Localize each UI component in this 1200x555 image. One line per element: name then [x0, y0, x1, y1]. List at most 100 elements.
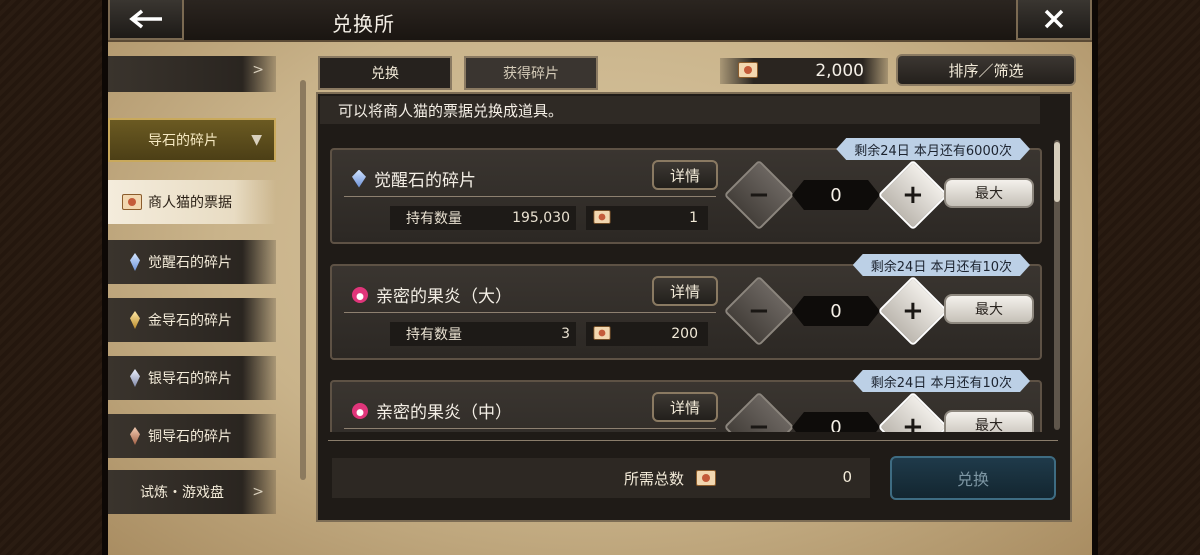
tab-label: 兑换 — [371, 66, 399, 82]
total-value: 0 — [842, 468, 852, 486]
detail-button[interactable]: 详情 — [652, 160, 718, 190]
holding-label: 持有数量 — [406, 211, 462, 227]
cost-box: 200 — [586, 322, 708, 346]
sidebar-item-merchant-ticket[interactable]: 商人猫的票据 — [108, 180, 276, 224]
item-name: 亲密的果炎（大） — [376, 287, 512, 307]
divider — [344, 196, 716, 197]
minus-icon: − — [748, 179, 770, 210]
limit-badge: 剩余24日 本月还有10次 — [853, 254, 1030, 276]
list-scrollbar[interactable] — [1054, 140, 1060, 430]
ticket-icon — [696, 470, 716, 486]
tab-exchange[interactable]: 兑换 — [318, 56, 452, 90]
limit-badge: 剩余24日 本月还有10次 — [853, 370, 1030, 392]
limit-badge: 剩余24日 本月还有6000次 — [836, 138, 1030, 160]
plus-icon: + — [902, 411, 924, 432]
frame-left — [0, 0, 108, 555]
sidebar-item-label: 商人猫的票据 — [148, 195, 232, 211]
max-button[interactable]: 最大 — [944, 294, 1034, 324]
close-button[interactable] — [1016, 0, 1092, 40]
list-item: 剩余24日 本月还有10次 亲密的果炎（中） 详情 − 0 + 最大 — [330, 380, 1042, 432]
minus-icon: − — [748, 411, 770, 432]
holding-count: 持有数量 195,030 — [390, 206, 576, 230]
item-name: 亲密的果炎（中） — [376, 403, 512, 423]
max-button[interactable]: 最大 — [944, 410, 1034, 432]
exchange-list: 剩余24日 本月还有6000次 觉醒石的碎片 详情 持有数量 195,030 1… — [326, 136, 1050, 432]
sidebar-item-label: 导石的碎片 — [148, 133, 218, 149]
list-item: 剩余24日 本月还有10次 亲密的果炎（大） 详情 持有数量 3 200 − 0… — [330, 264, 1042, 360]
item-name-row: 亲密的果炎（大） — [352, 282, 512, 307]
plus-icon: + — [902, 295, 924, 326]
divider — [344, 428, 716, 429]
detail-button[interactable]: 详情 — [652, 276, 718, 306]
sidebar-item-guide-stone[interactable]: 导石的碎片 ▼ — [108, 118, 276, 162]
chevron-right-icon: > — [252, 62, 264, 78]
crystal-icon — [130, 253, 140, 271]
sidebar-item-gold-stone[interactable]: 金导石的碎片 — [108, 298, 276, 342]
max-button[interactable]: 最大 — [944, 178, 1034, 208]
cost-value: 200 — [671, 326, 698, 342]
sidebar-item-label: 金导石的碎片 — [148, 313, 232, 329]
chevron-down-icon: ▼ — [251, 132, 262, 148]
sidebar-item-trial-board[interactable]: 试炼・游戏盘 > — [108, 470, 276, 514]
list-item: 剩余24日 本月还有6000次 觉醒石的碎片 详情 持有数量 195,030 1… — [330, 148, 1042, 244]
tab-label: 获得碎片 — [503, 66, 559, 82]
sidebar-item-bronze-stone[interactable]: 铜导石的碎片 — [108, 414, 276, 458]
arrow-left-icon — [129, 9, 162, 29]
increase-button[interactable]: + — [877, 391, 949, 432]
increase-button[interactable]: + — [877, 159, 949, 231]
sort-filter-button[interactable]: 排序／筛选 — [896, 54, 1076, 86]
sidebar-item-label: 试炼・游戏盘 — [140, 485, 224, 501]
sidebar-scrollbar[interactable] — [300, 80, 306, 480]
decrease-button[interactable]: − — [723, 391, 795, 432]
currency-display: 2,000 — [720, 58, 888, 84]
sidebar-item-silver-stone[interactable]: 银导石的碎片 — [108, 356, 276, 400]
divider — [328, 440, 1058, 441]
detail-button[interactable]: 详情 — [652, 392, 718, 422]
minus-icon: − — [748, 295, 770, 326]
ticket-icon — [738, 62, 758, 78]
sidebar-item-label: 觉醒石的碎片 — [148, 255, 232, 271]
holding-value: 3 — [561, 326, 570, 342]
quantity-value: 0 — [792, 180, 880, 210]
quantity-value: 0 — [792, 296, 880, 326]
chevron-right-icon: > — [252, 484, 264, 500]
frame-right — [1092, 0, 1200, 555]
silver-crystal-icon — [130, 369, 140, 387]
crystal-icon — [352, 169, 366, 188]
exchange-button[interactable]: 兑换 — [890, 456, 1056, 500]
gold-crystal-icon — [130, 311, 140, 329]
item-name-row: 亲密的果炎（中） — [352, 398, 512, 423]
increase-button[interactable]: + — [877, 275, 949, 347]
close-icon — [1044, 9, 1064, 29]
tab-obtain-fragments[interactable]: 获得碎片 — [464, 56, 598, 90]
sidebar-item-label: 银导石的碎片 — [148, 371, 232, 387]
decrease-button[interactable]: − — [723, 159, 795, 231]
page-title: 兑换所 — [332, 12, 395, 36]
exchange-label: 兑换 — [956, 470, 989, 489]
scrollbar-thumb[interactable] — [1054, 142, 1060, 202]
sidebar-item-label: 铜导石的碎片 — [148, 429, 232, 445]
ticket-icon — [593, 326, 611, 340]
sidebar-item-awakening-stone[interactable]: 觉醒石的碎片 — [108, 240, 276, 284]
sidebar: > 导石的碎片 ▼ 商人猫的票据 觉醒石的碎片 金导石的碎片 银导石的碎片 铜导… — [108, 56, 298, 516]
ticket-icon — [122, 194, 142, 210]
plus-icon: + — [902, 179, 924, 210]
total-required: 所需总数 0 — [332, 458, 870, 498]
item-name-row: 觉醒石的碎片 — [352, 166, 476, 191]
cost-box: 1 — [586, 206, 708, 230]
flame-icon — [352, 402, 368, 419]
header-bar: 兑换所 — [108, 0, 1092, 42]
total-label: 所需总数 — [624, 470, 685, 488]
holding-value: 195,030 — [512, 210, 570, 226]
cost-value: 1 — [689, 210, 698, 226]
back-button[interactable] — [108, 0, 184, 40]
description: 可以将商人猫的票据兑换成道具。 — [320, 96, 1040, 124]
item-name: 觉醒石的碎片 — [374, 171, 476, 191]
flame-icon — [352, 286, 368, 303]
holding-count: 持有数量 3 — [390, 322, 576, 346]
holding-label: 持有数量 — [406, 327, 462, 343]
currency-value: 2,000 — [815, 61, 864, 81]
decrease-button[interactable]: − — [723, 275, 795, 347]
sort-filter-label: 排序／筛选 — [948, 61, 1024, 80]
sidebar-item-top[interactable]: > — [108, 56, 276, 92]
